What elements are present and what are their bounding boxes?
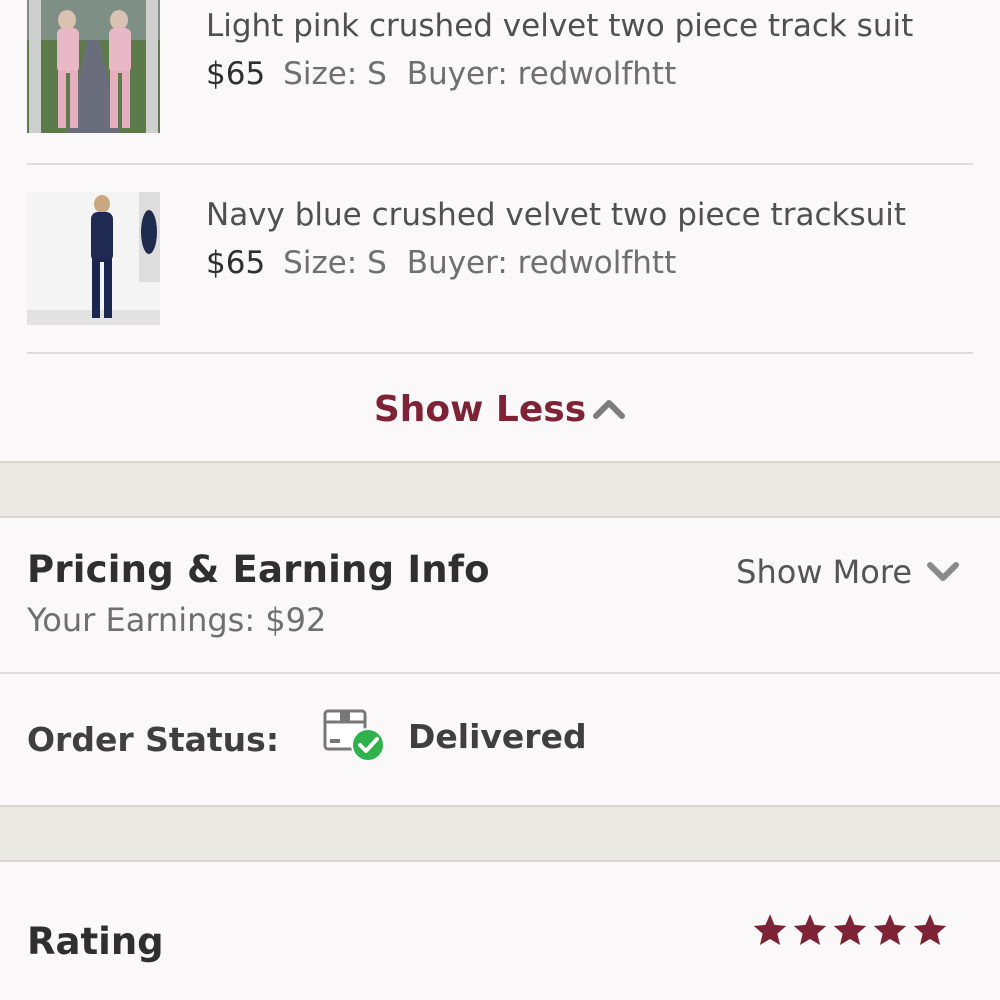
item-size: Size: S bbox=[283, 56, 387, 92]
rating-stars bbox=[752, 912, 952, 948]
earnings-text: Your Earnings: $92 bbox=[27, 601, 327, 639]
item-thumbnail[interactable] bbox=[27, 0, 160, 133]
item-title[interactable]: Light pink crushed velvet two piece trac… bbox=[206, 6, 913, 46]
show-less-label: Show Less bbox=[373, 388, 587, 430]
chevron-up-icon bbox=[593, 400, 626, 419]
item-size: Size: S bbox=[283, 245, 387, 281]
divider bbox=[0, 672, 1000, 674]
item-buyer: Buyer: redwolfhtt bbox=[406, 56, 677, 92]
order-item[interactable]: Navy blue crushed velvet two piece track… bbox=[27, 192, 973, 325]
item-thumbnail[interactable] bbox=[27, 192, 160, 325]
section-separator bbox=[0, 461, 1000, 518]
section-separator bbox=[0, 805, 1000, 862]
show-less-button[interactable]: Show Less bbox=[0, 382, 1000, 436]
item-title[interactable]: Navy blue crushed velvet two piece track… bbox=[206, 195, 906, 235]
item-price: $65 bbox=[206, 245, 266, 281]
order-status-label: Order Status: bbox=[27, 720, 280, 759]
star-icon bbox=[793, 914, 827, 945]
show-more-button[interactable]: Show More bbox=[736, 553, 960, 591]
order-item[interactable]: Light pink crushed velvet two piece trac… bbox=[27, 0, 973, 133]
package-delivered-icon bbox=[323, 709, 385, 762]
chevron-down-icon bbox=[927, 562, 959, 581]
divider bbox=[27, 163, 973, 165]
item-meta: $65 Size: S Buyer: redwolfhtt bbox=[206, 54, 913, 94]
item-buyer: Buyer: redwolfhtt bbox=[406, 245, 677, 281]
show-more-label: Show More bbox=[736, 553, 912, 591]
rating-label: Rating bbox=[27, 920, 164, 963]
pricing-section-title: Pricing & Earning Info bbox=[27, 548, 490, 591]
item-meta: $65 Size: S Buyer: redwolfhtt bbox=[206, 243, 906, 283]
star-icon bbox=[753, 914, 787, 945]
star-icon bbox=[873, 914, 907, 945]
star-icon bbox=[913, 914, 947, 945]
order-status-value: Delivered bbox=[408, 717, 587, 756]
star-icon bbox=[833, 914, 867, 945]
item-price: $65 bbox=[206, 56, 266, 92]
divider bbox=[27, 352, 973, 354]
